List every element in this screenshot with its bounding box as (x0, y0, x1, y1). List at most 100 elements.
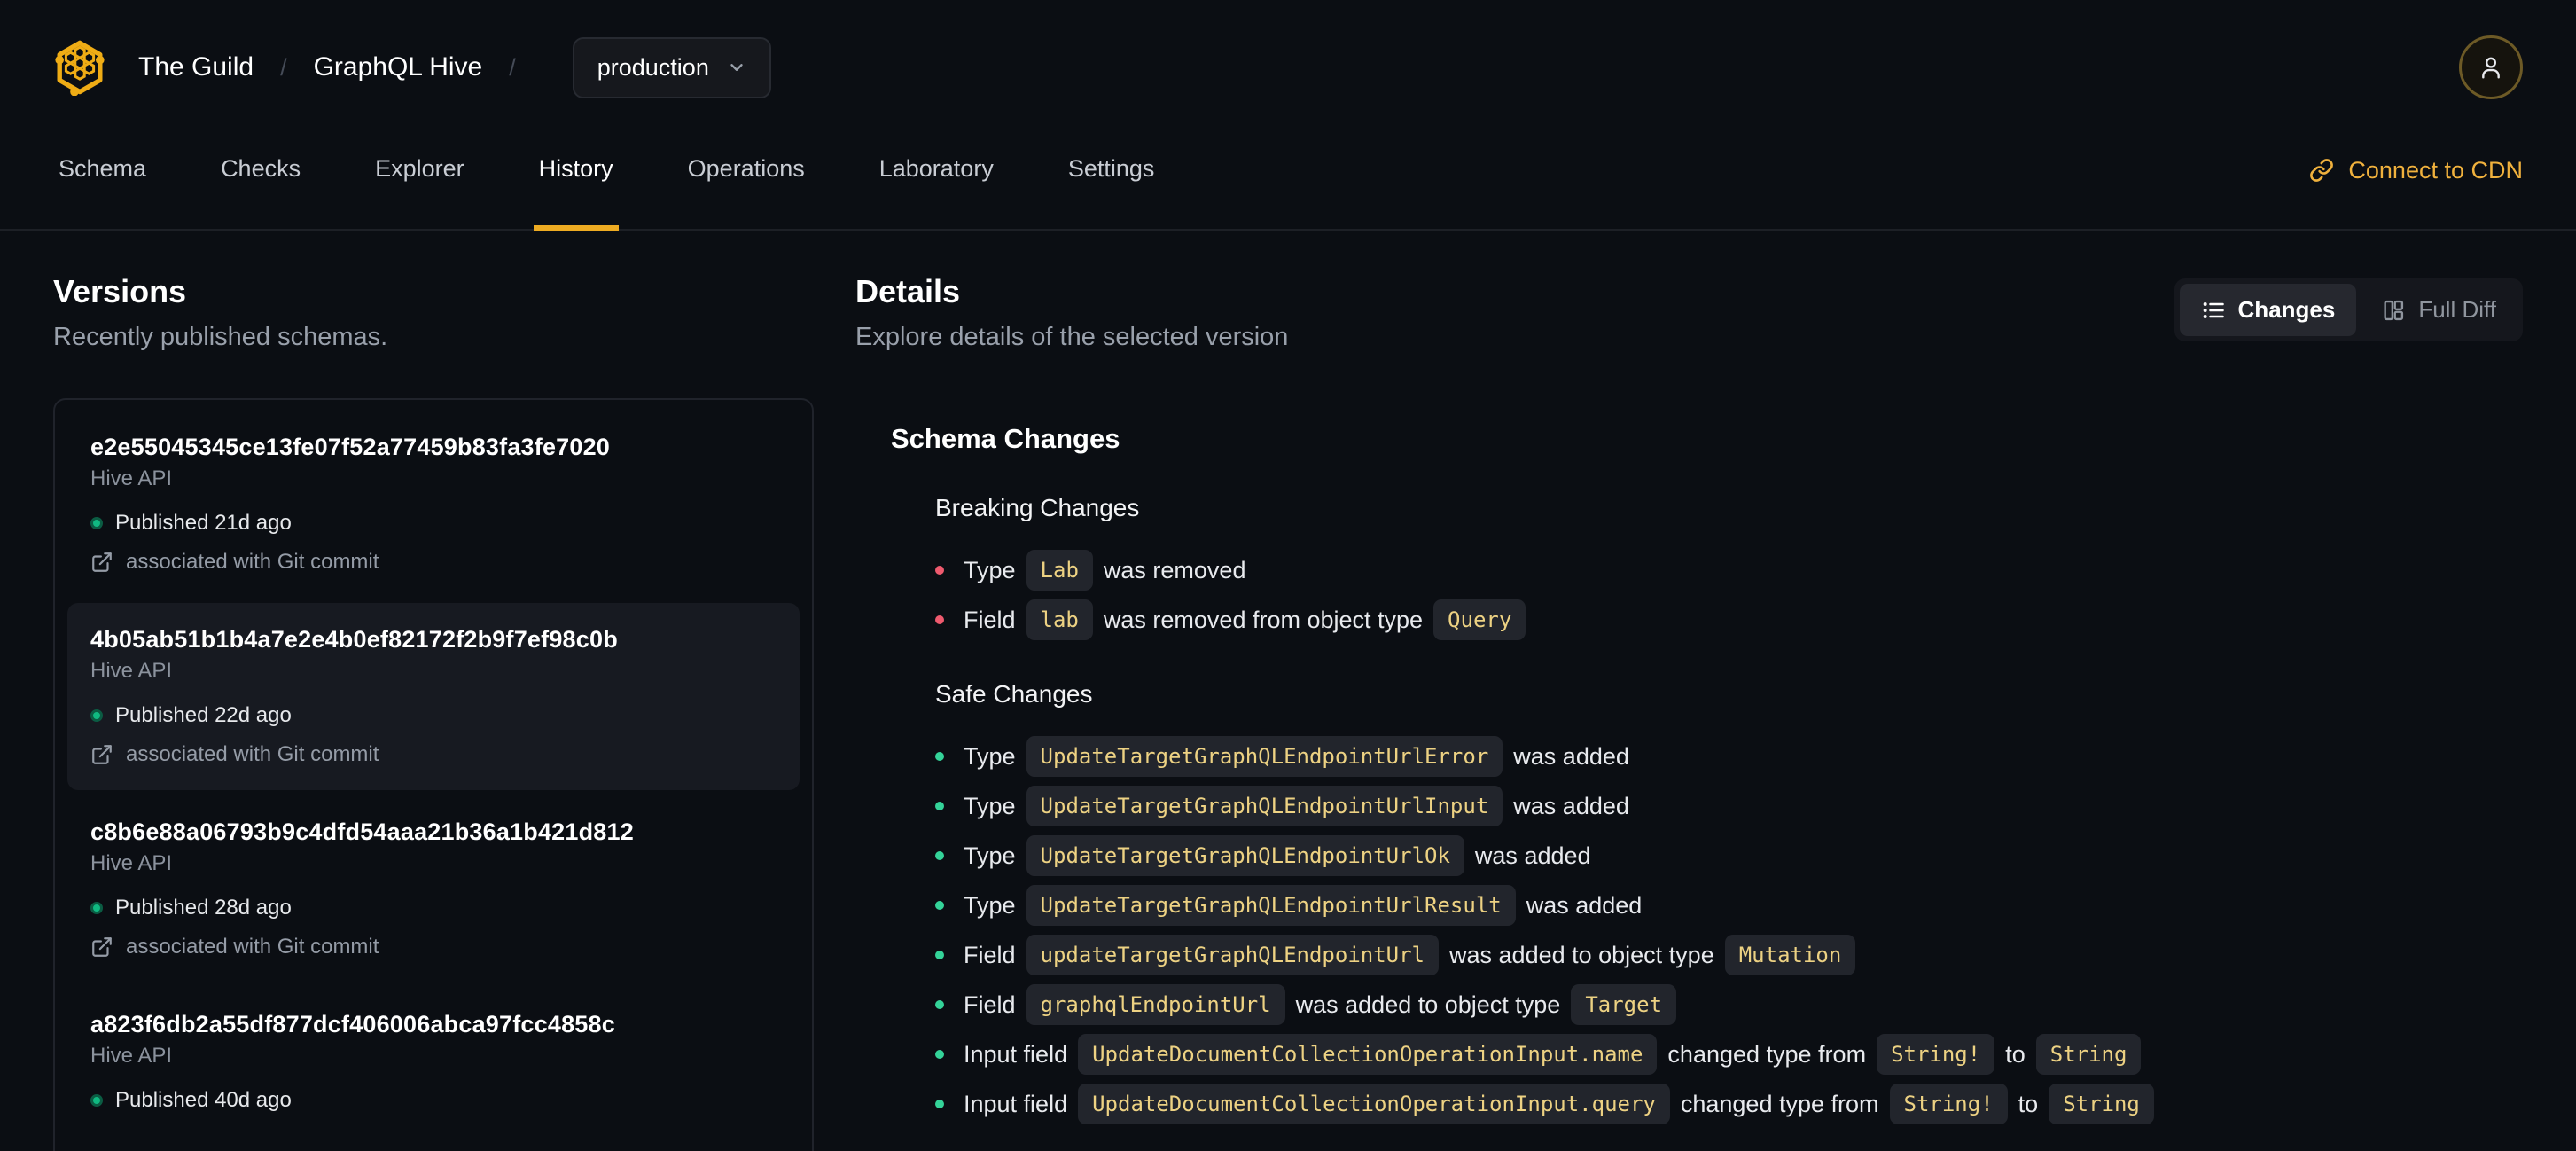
version-hash: 4b05ab51b1b4a7e2e4b0ef82172f2b9f7ef98c0b (90, 626, 618, 653)
version-service-name: Hive API (90, 1044, 173, 1068)
tab-label: Operations (687, 154, 805, 182)
breadcrumb-separator: / (509, 53, 516, 81)
git-commit-link[interactable]: associated with Git commit (90, 550, 777, 575)
target-selector-value: production (597, 53, 709, 81)
version-list-item[interactable]: c8b6e88a06793b9c4dfd54aaa21b36a1b421d812… (67, 795, 800, 983)
tab-history[interactable]: History (533, 112, 619, 231)
tab-explorer[interactable]: Explorer (370, 112, 470, 231)
version-hash: a823f6db2a55df877dcf406006abca97fcc4858c (90, 1011, 615, 1037)
git-commit-label: associated with Git commit (126, 742, 379, 766)
change-text: to (2005, 1040, 2026, 1068)
change-text: to (2018, 1090, 2039, 1117)
version-service-name: Hive API (90, 466, 173, 490)
version-status-text: Published 21d ago (115, 511, 292, 535)
change-row: Field lab was removed from object type Quer… (935, 599, 2523, 641)
change-text: was added (1526, 891, 1643, 919)
version-service-name: Hive API (90, 659, 173, 683)
change-list: Type UpdateTargetGraphQLEndpointUrlError w… (935, 735, 2523, 1125)
tab-label: Explorer (375, 154, 464, 182)
version-list-item[interactable]: a823f6db2a55df877dcf406006abca97fcc4858c… (67, 988, 800, 1136)
change-row: Field graphqlEndpointUrl was added to obje… (935, 983, 2523, 1026)
tab-label: History (538, 154, 613, 182)
change-text: Type (964, 842, 1016, 869)
code-chip: String! (1877, 1034, 1995, 1075)
git-commit-link[interactable]: associated with Git commit (90, 742, 777, 767)
breadcrumb-project[interactable]: GraphQL Hive (314, 52, 483, 82)
code-chip: updateTargetGraphQLEndpointUrl (1026, 935, 1440, 975)
change-text: was removed (1103, 556, 1246, 583)
code-chip: UpdateDocumentCollectionOperationInput.q… (1078, 1084, 1670, 1124)
tab-laboratory[interactable]: Laboratory (874, 112, 999, 231)
change-text: Field (964, 941, 1016, 968)
change-row: Type Lab was removed (935, 549, 2523, 591)
git-commit-link[interactable]: associated with Git commit (90, 935, 777, 959)
change-text: was removed from object type (1103, 606, 1424, 633)
git-commit-label: associated with Git commit (126, 935, 379, 959)
versions-panel: Versions Recently published schemas. e2e… (53, 273, 814, 1151)
tab-schema[interactable]: Schema (53, 112, 152, 231)
version-status-row: Published 21d ago (90, 511, 777, 536)
details-title: Details (855, 273, 961, 309)
change-bullet-icon (935, 752, 944, 761)
code-chip: UpdateTargetGraphQLEndpointUrlResult (1026, 885, 1516, 926)
code-chip: Target (1571, 984, 1677, 1025)
change-bullet-icon (935, 1050, 944, 1059)
target-selector-dropdown[interactable]: production (572, 36, 771, 98)
version-service-name: Hive API (90, 851, 173, 875)
version-hash: c8b6e88a06793b9c4dfd54aaa21b36a1b421d812 (90, 818, 634, 845)
connect-to-cdn-link[interactable]: Connect to CDN (2309, 112, 2523, 229)
change-row: Type UpdateTargetGraphQLEndpointUrlInput w… (935, 785, 2523, 827)
tab-label: Checks (221, 154, 301, 182)
tab-checks[interactable]: Checks (215, 112, 306, 231)
full-diff-view-button[interactable]: Full Diff (2360, 284, 2517, 336)
published-dot-icon (90, 709, 103, 722)
code-chip: Lab (1026, 550, 1093, 591)
version-status-text: Published 28d ago (115, 896, 292, 920)
tab-settings[interactable]: Settings (1063, 112, 1160, 231)
schema-changes-title: Schema Changes (891, 423, 1120, 454)
change-text: Input field (964, 1040, 1068, 1068)
code-chip: UpdateTargetGraphQLEndpointUrlOk (1026, 835, 1464, 876)
change-row: Input field UpdateDocumentCollectionOpera… (935, 1083, 2523, 1125)
change-row: Type UpdateTargetGraphQLEndpointUrlResult… (935, 884, 2523, 927)
change-row: Type UpdateTargetGraphQLEndpointUrlOk was … (935, 834, 2523, 877)
change-list: Type Lab was removed Field lab was removed fr… (935, 549, 2523, 641)
change-group-title: Safe Changes (935, 680, 1093, 708)
breadcrumb-org[interactable]: The Guild (138, 52, 254, 82)
change-text: Type (964, 742, 1016, 770)
version-status-row: Published 28d ago (90, 896, 777, 920)
change-text: Field (964, 606, 1016, 633)
change-row: Field updateTargetGraphQLEndpointUrl was a… (935, 934, 2523, 976)
change-bullet-icon (935, 1100, 944, 1108)
code-chip: UpdateDocumentCollectionOperationInput.n… (1078, 1034, 1658, 1075)
version-list-item[interactable]: 4b05ab51b1b4a7e2e4b0ef82172f2b9f7ef98c0b… (67, 603, 800, 790)
tab-label: Laboratory (878, 154, 994, 182)
change-bullet-icon (935, 566, 944, 575)
version-list-item[interactable]: e2e55045345ce13fe07f52a77459b83fa3fe7020… (67, 411, 800, 598)
change-text: was added to object type (1449, 941, 1714, 968)
list-icon (2203, 301, 2224, 318)
details-subtitle: Explore details of the selected version (855, 323, 1289, 351)
user-menu-button[interactable] (2459, 35, 2523, 99)
change-text: Type (964, 891, 1016, 919)
breadcrumb-separator: / (280, 53, 287, 81)
changes-view-label: Changes (2237, 296, 2336, 323)
code-chip: UpdateTargetGraphQLEndpointUrlInput (1026, 786, 1503, 826)
connect-to-cdn-label: Connect to CDN (2348, 156, 2523, 184)
version-status-text: Published 22d ago (115, 703, 292, 727)
change-text: Input field (964, 1090, 1068, 1117)
code-chip: Query (1433, 599, 1526, 640)
nav-tabs: Schema Checks Explorer History Operations Lab… (53, 112, 1160, 231)
hive-logo-icon[interactable] (53, 39, 106, 96)
change-text: Field (964, 990, 1016, 1018)
top-header: The Guild / GraphQL Hive / production (0, 0, 2576, 112)
changes-view-button[interactable]: Changes (2179, 284, 2357, 336)
tab-label: Settings (1067, 154, 1155, 182)
git-commit-label: associated with Git commit (126, 550, 379, 574)
version-status-row: Published 40d ago (90, 1088, 777, 1113)
change-text: Type (964, 556, 1016, 583)
view-toggle-group: Changes Full Diff (2174, 278, 2523, 341)
tab-operations[interactable]: Operations (683, 112, 810, 231)
change-group: Safe Changes Type UpdateTargetGraphQLEndpo… (891, 680, 2523, 1125)
change-row: Input field UpdateDocumentCollectionOpera… (935, 1033, 2523, 1076)
